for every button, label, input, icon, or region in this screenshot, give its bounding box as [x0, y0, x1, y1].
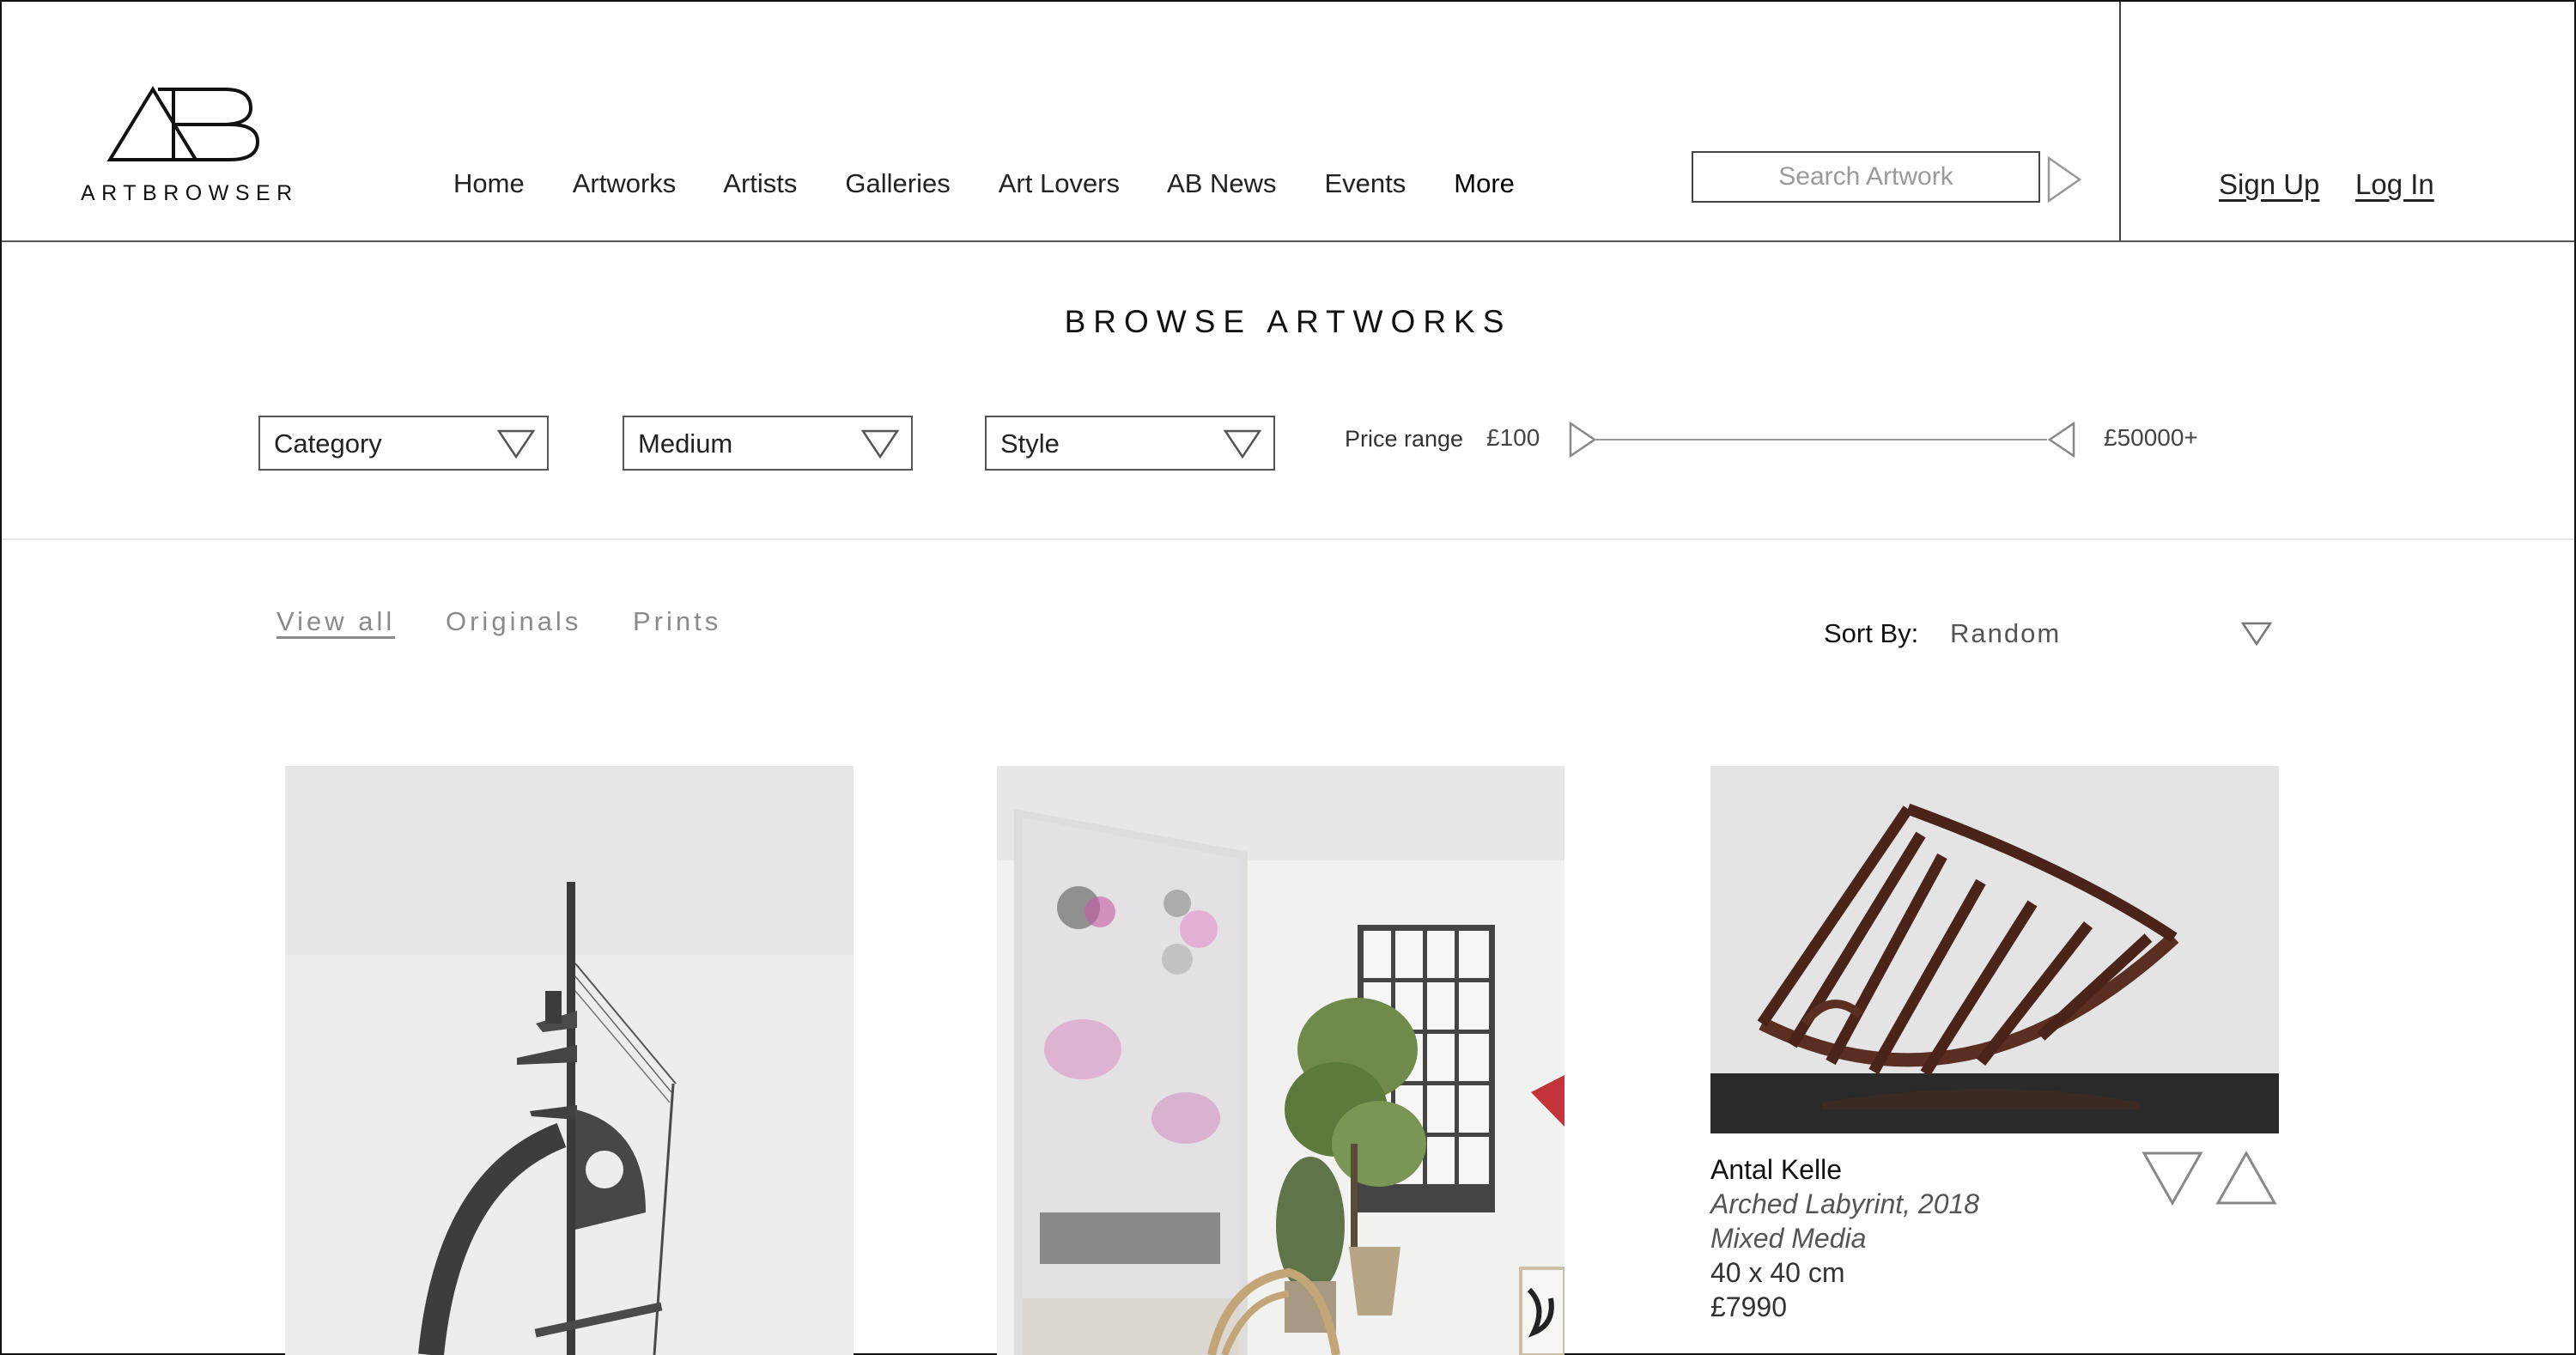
- tab-prints[interactable]: Prints: [633, 606, 721, 637]
- artwork-price: £7990: [1710, 1291, 1787, 1322]
- site-header: ARTBROWSER Home Artworks Artists Galleri…: [2, 2, 2574, 242]
- nav-item-more[interactable]: More: [1454, 168, 1515, 199]
- painting-image: [997, 766, 1564, 1355]
- chevron-down-icon: [497, 429, 535, 459]
- sort-dropdown-button[interactable]: [2240, 622, 2273, 650]
- upvote-button[interactable]: [2215, 1150, 2277, 1210]
- page-title: BROWSE ARTWORKS: [1064, 304, 1512, 339]
- chevron-down-icon: [2240, 622, 2273, 647]
- medium-dropdown-label: Medium: [638, 428, 733, 459]
- search-box: [1692, 151, 2040, 203]
- search-input[interactable]: [1701, 161, 2031, 192]
- chevron-down-icon: [861, 429, 899, 459]
- log-in-link[interactable]: Log In: [2355, 168, 2434, 201]
- brand-logo[interactable]: ARTBROWSER: [81, 84, 304, 205]
- nav-item-artworks[interactable]: Artworks: [573, 168, 677, 199]
- price-max-value: £50000+: [2104, 424, 2198, 451]
- artwork-size: 40 x 40 cm: [1710, 1257, 1845, 1288]
- section-divider: [2, 538, 2574, 540]
- triangle-right-icon: [2047, 155, 2082, 204]
- price-min-value: £100: [1486, 424, 1540, 451]
- nav-item-home[interactable]: Home: [453, 168, 525, 199]
- artwork-image-3[interactable]: [1710, 766, 2279, 1133]
- tab-view-all[interactable]: View all: [276, 606, 395, 637]
- triangle-up-icon: [2215, 1150, 2277, 1205]
- sort-by-label: Sort By:: [1824, 618, 1919, 648]
- artwork-artist[interactable]: Antal Kelle: [1710, 1154, 1842, 1186]
- artwork-image-1[interactable]: [285, 766, 854, 1355]
- triangle-left-icon: [2047, 421, 2075, 459]
- sort-select[interactable]: Random: [1950, 618, 2061, 649]
- nav-item-art-lovers[interactable]: Art Lovers: [999, 168, 1120, 199]
- style-dropdown[interactable]: Style: [985, 416, 1275, 471]
- nav-item-ab-news[interactable]: AB News: [1167, 168, 1276, 199]
- brand-wordmark: ARTBROWSER: [81, 181, 299, 205]
- category-dropdown-label: Category: [274, 428, 382, 459]
- nav-item-events[interactable]: Events: [1325, 168, 1406, 199]
- price-slider-track[interactable]: [1594, 439, 2047, 441]
- chevron-down-icon: [1224, 429, 1261, 459]
- nav-item-galleries[interactable]: Galleries: [845, 168, 950, 199]
- medium-dropdown[interactable]: Medium: [623, 416, 913, 471]
- ab-logo-icon: [106, 86, 260, 161]
- tab-originals[interactable]: Originals: [446, 606, 581, 637]
- price-slider-min-handle[interactable]: [1568, 421, 1597, 463]
- sculpture-image: [285, 766, 854, 1355]
- artwork-medium: Mixed Media: [1710, 1223, 1867, 1254]
- header-divider: [2119, 2, 2121, 240]
- main-nav: Home Artworks Artists Galleries Art Love…: [453, 168, 1515, 199]
- style-dropdown-label: Style: [1000, 428, 1060, 459]
- nav-item-artists[interactable]: Artists: [723, 168, 797, 199]
- sign-up-link[interactable]: Sign Up: [2219, 168, 2319, 201]
- triangle-down-icon: [2142, 1151, 2203, 1206]
- wooden-sculpture-image: [1710, 766, 2279, 1133]
- downvote-button[interactable]: [2142, 1151, 2203, 1210]
- search-submit-button[interactable]: [2045, 155, 2083, 204]
- triangle-right-icon: [1569, 421, 1597, 459]
- price-range-label: Price range: [1345, 426, 1464, 452]
- price-slider-max-handle[interactable]: [2047, 421, 2076, 463]
- artwork-title[interactable]: Arched Labyrint, 2018: [1710, 1188, 1979, 1220]
- category-dropdown[interactable]: Category: [258, 416, 549, 471]
- artwork-image-2[interactable]: [997, 766, 1564, 1355]
